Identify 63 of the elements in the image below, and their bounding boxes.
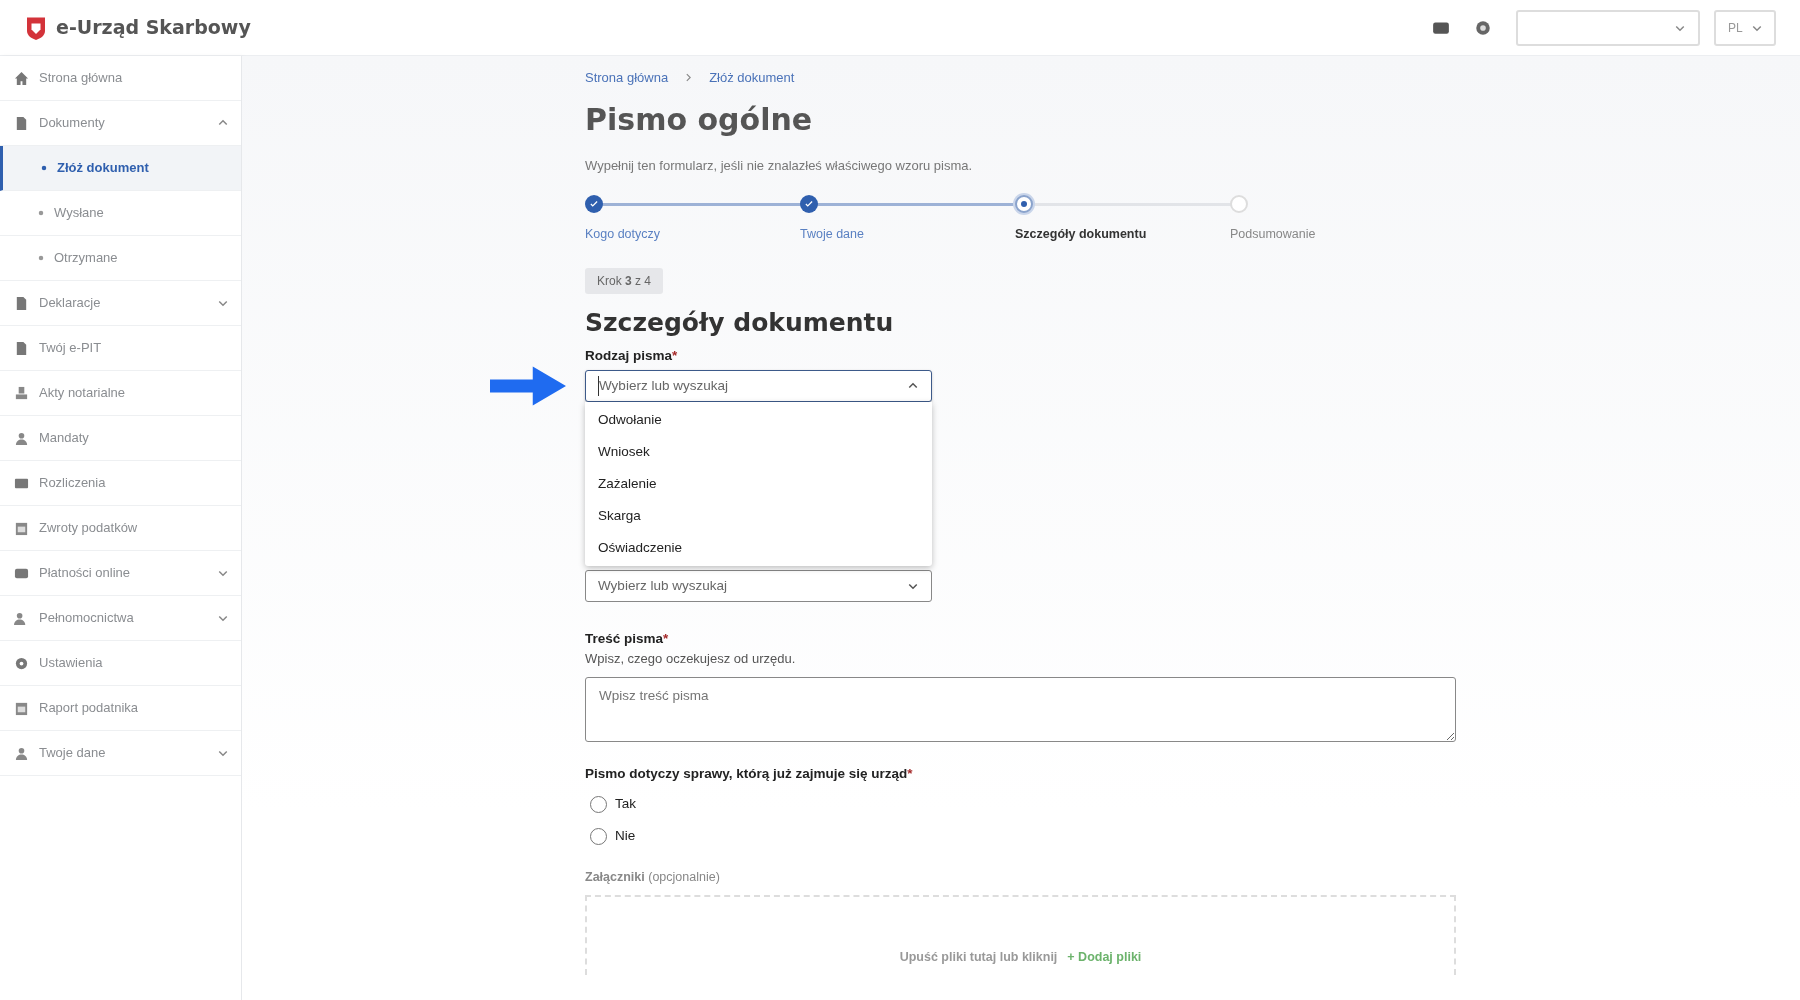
sidebar-item[interactable]: Raport podatnika <box>0 686 241 731</box>
breadcrumb-link[interactable]: Złóż dokument <box>709 68 795 88</box>
drop-zone[interactable]: Upuść pliki tutaj lub kliknij + Dodaj pliki <box>585 894 1456 975</box>
attachments-label: Załączniki (opcjonalnie) <box>585 869 721 886</box>
stamp-icon <box>14 385 29 401</box>
sidebar-item[interactable]: Płatności online <box>0 551 241 596</box>
sidebar-item[interactable]: Rozliczenia <box>0 461 241 506</box>
dot-icon <box>1020 200 1028 208</box>
person-icon <box>14 745 29 761</box>
person-icon <box>14 430 29 446</box>
check-icon <box>804 199 814 209</box>
document-icon <box>14 295 29 311</box>
add-files-link[interactable]: + Dodaj pliki <box>1067 948 1142 967</box>
dropdown-option[interactable]: Wniosek <box>585 436 932 468</box>
step-label: Szczegóły dokumentu <box>1015 226 1148 243</box>
sidebar-item[interactable]: Akty notarialne <box>0 371 241 416</box>
sidebar-item[interactable]: Strona główna <box>0 56 241 101</box>
calendar-icon <box>14 520 29 536</box>
language-select[interactable]: PL <box>1714 9 1776 46</box>
field-label: Treść pisma* <box>585 630 670 648</box>
check-icon <box>589 199 599 209</box>
step-label: Kogo dotyczy <box>585 226 662 243</box>
bullet-icon <box>41 165 47 171</box>
dropdown-option[interactable]: Zażalenie <box>585 468 932 500</box>
section-title: Szczegóły dokumentu <box>585 307 895 338</box>
dropdown-option[interactable]: Odwołanie <box>585 404 932 436</box>
chevron-right-icon <box>684 73 694 83</box>
page-title: Pismo ogólne <box>585 101 814 138</box>
gear-icon <box>14 655 29 671</box>
home-icon <box>14 70 29 86</box>
document-icon <box>14 115 29 131</box>
bullet-icon <box>38 255 44 261</box>
sidebar-item[interactable]: Zwroty podatków <box>0 506 241 551</box>
intro-text: Wypełnij ten formularz, jeśli nie znalazłeś właściwego wzoru pisma. <box>585 156 974 175</box>
sidebar-subitem[interactable]: Otrzymane <box>0 236 241 281</box>
dropdown-option[interactable]: Oświadczenie <box>585 532 932 564</box>
emblem-icon <box>24 15 48 40</box>
sidebar-item[interactable]: Twoje dane <box>0 731 241 776</box>
select-field[interactable]: Wybierz lub wyszukaj <box>585 570 932 602</box>
hint-text: Wpisz, czego oczekujesz od urzędu. <box>585 650 797 669</box>
dropdown-option[interactable]: Skarga <box>585 500 932 532</box>
text-area[interactable]: Wpisz treść pisma <box>585 676 1456 742</box>
bullet-icon <box>38 210 44 216</box>
sidebar-item[interactable]: Pełnomocnictwa <box>0 596 241 641</box>
step-counter: Krok 3 z 4 <box>585 267 664 294</box>
sidebar-item[interactable]: Ustawienia <box>0 641 241 686</box>
sidebar-item[interactable]: Deklaracje <box>0 281 241 326</box>
drop-text: Upuść pliki tutaj lub kliknij <box>899 949 1058 966</box>
app-title: e-Urząd Skarbowy <box>56 15 251 41</box>
sidebar-subitem[interactable]: Wysłane <box>0 191 241 236</box>
radio-option[interactable]: Tak <box>585 788 1456 820</box>
sidebar-item[interactable]: Mandaty <box>0 416 241 461</box>
field-label: Rodzaj pisma* <box>585 346 679 365</box>
step-label: Podsumowanie <box>1230 226 1317 243</box>
select-field[interactable]: Wybierz lub wyszukaj <box>585 370 932 402</box>
field-label: Pismo dotyczy sprawy, którą już zajmuje się urząd* <box>585 764 914 783</box>
document-icon <box>14 340 29 356</box>
calendar-icon <box>14 700 29 716</box>
sidebar-item[interactable]: Twój e-PIT <box>0 326 241 371</box>
breadcrumb-link[interactable]: Strona główna <box>585 68 669 88</box>
step-label: Twoje dane <box>800 226 865 243</box>
radio-option[interactable]: Nie <box>585 820 1456 852</box>
sidebar-subitem[interactable]: Złóż dokument <box>0 146 241 191</box>
